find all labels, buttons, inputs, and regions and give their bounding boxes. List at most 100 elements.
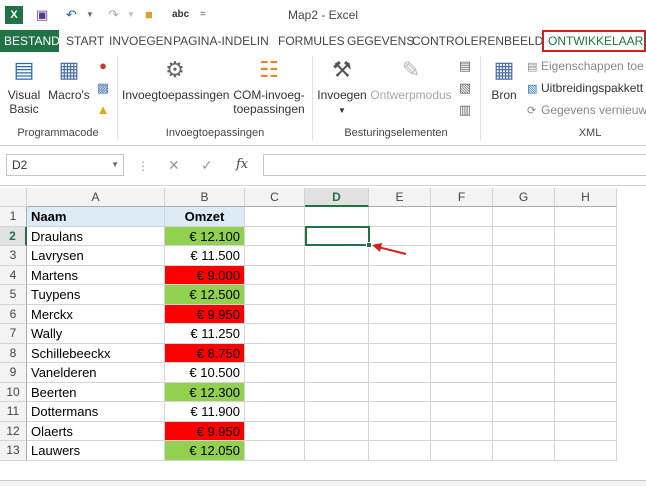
column-header-g[interactable]: G xyxy=(493,188,555,207)
cell-f10[interactable] xyxy=(431,382,493,402)
cell-e5[interactable] xyxy=(369,285,431,305)
com-addins-button[interactable]: ☷ COM-invoeg- toepassingen xyxy=(229,56,309,116)
row-header-4[interactable]: 4 xyxy=(0,265,27,285)
chevron-down-icon[interactable]: ▼ xyxy=(111,155,119,175)
cell-h11[interactable] xyxy=(555,402,617,422)
insert-function-icon[interactable]: fx xyxy=(236,157,248,172)
cell-h2[interactable] xyxy=(555,226,617,246)
cell-b7[interactable]: € 11.250 xyxy=(165,324,245,344)
cell-e12[interactable] xyxy=(369,421,431,441)
row-header-9[interactable]: 9 xyxy=(0,363,27,383)
view-code-icon[interactable]: ▧ xyxy=(457,80,473,96)
tab-formules[interactable]: FORMULES xyxy=(274,30,349,52)
source-button[interactable]: ▦ Bron xyxy=(486,56,522,102)
select-all-button[interactable] xyxy=(0,188,27,207)
cell-g2[interactable] xyxy=(493,226,555,246)
column-header-e[interactable]: E xyxy=(369,188,431,207)
row-header-3[interactable]: 3 xyxy=(0,246,27,266)
cell-c10[interactable] xyxy=(245,382,305,402)
row-header-5[interactable]: 5 xyxy=(0,285,27,305)
cell-g5[interactable] xyxy=(493,285,555,305)
cell-c1[interactable] xyxy=(245,207,305,227)
cell-a10[interactable]: Beerten xyxy=(27,382,165,402)
cell-f1[interactable] xyxy=(431,207,493,227)
cell-a6[interactable]: Merckx xyxy=(27,304,165,324)
row-header-10[interactable]: 10 xyxy=(0,382,27,402)
cell-g10[interactable] xyxy=(493,382,555,402)
cell-d8[interactable] xyxy=(305,343,369,363)
tab-start[interactable]: START xyxy=(62,30,108,52)
tab-ontwikkelaars[interactable]: ONTWIKKELAARS xyxy=(542,30,646,52)
tab-bestand[interactable]: BESTAND xyxy=(0,30,60,52)
addins-button[interactable]: ⚙ Invoegtoepassingen xyxy=(122,56,229,102)
cell-d9[interactable] xyxy=(305,363,369,383)
cell-c9[interactable] xyxy=(245,363,305,383)
cell-f9[interactable] xyxy=(431,363,493,383)
cell-e1[interactable] xyxy=(369,207,431,227)
column-header-f[interactable]: F xyxy=(431,188,493,207)
cell-b6[interactable]: € 9.950 xyxy=(165,304,245,324)
cell-f8[interactable] xyxy=(431,343,493,363)
cell-h9[interactable] xyxy=(555,363,617,383)
cell-b8[interactable]: € 8.750 xyxy=(165,343,245,363)
cell-g12[interactable] xyxy=(493,421,555,441)
cell-c12[interactable] xyxy=(245,421,305,441)
cell-f12[interactable] xyxy=(431,421,493,441)
refresh-data-button[interactable]: ⟳ Gegevens vernieuw xyxy=(527,101,646,119)
cell-d7[interactable] xyxy=(305,324,369,344)
column-header-h[interactable]: H xyxy=(555,188,617,207)
row-header-13[interactable]: 13 xyxy=(0,441,27,461)
cell-d1[interactable] xyxy=(305,207,369,227)
cell-h7[interactable] xyxy=(555,324,617,344)
column-header-c[interactable]: C xyxy=(245,188,305,207)
cell-g8[interactable] xyxy=(493,343,555,363)
cell-f4[interactable] xyxy=(431,265,493,285)
cell-a4[interactable]: Martens xyxy=(27,265,165,285)
cell-c7[interactable] xyxy=(245,324,305,344)
cell-h10[interactable] xyxy=(555,382,617,402)
cell-a12[interactable]: Olaerts xyxy=(27,421,165,441)
cell-a11[interactable]: Dottermans xyxy=(27,402,165,422)
cell-d4[interactable] xyxy=(305,265,369,285)
cell-c11[interactable] xyxy=(245,402,305,422)
insert-control-button[interactable]: ⚒ Invoegen ▼ xyxy=(315,56,369,118)
cell-d11[interactable] xyxy=(305,402,369,422)
cell-h4[interactable] xyxy=(555,265,617,285)
record-macro-icon[interactable]: ● xyxy=(95,58,111,74)
cell-a2[interactable]: Draulans xyxy=(27,226,165,246)
cell-d12[interactable] xyxy=(305,421,369,441)
cell-b12[interactable]: € 9.950 xyxy=(165,421,245,441)
cell-g9[interactable] xyxy=(493,363,555,383)
cell-b4[interactable]: € 9.000 xyxy=(165,265,245,285)
macro-security-icon[interactable]: ▲ xyxy=(95,102,111,118)
enter-check-icon[interactable]: ✓ xyxy=(201,157,213,174)
map-properties-button[interactable]: ▤ Eigenschappen toe xyxy=(527,57,644,75)
visual-basic-button[interactable]: ▤ Visual Basic xyxy=(4,56,44,116)
cell-h6[interactable] xyxy=(555,304,617,324)
name-box[interactable]: D2 ▼ xyxy=(6,154,124,176)
expansion-packs-button[interactable]: ▧ Uitbreidingspakkett xyxy=(527,79,643,97)
cell-c8[interactable] xyxy=(245,343,305,363)
cell-g6[interactable] xyxy=(493,304,555,324)
cell-h8[interactable] xyxy=(555,343,617,363)
cell-g4[interactable] xyxy=(493,265,555,285)
cell-c2[interactable] xyxy=(245,226,305,246)
cell-b11[interactable]: € 11.900 xyxy=(165,402,245,422)
row-header-7[interactable]: 7 xyxy=(0,324,27,344)
cell-b3[interactable]: € 11.500 xyxy=(165,246,245,266)
cell-b1[interactable]: Omzet xyxy=(165,207,245,227)
cell-d5[interactable] xyxy=(305,285,369,305)
cell-d6[interactable] xyxy=(305,304,369,324)
cell-b2[interactable]: € 12.100 xyxy=(165,226,245,246)
cell-b9[interactable]: € 10.500 xyxy=(165,363,245,383)
cell-f3[interactable] xyxy=(431,246,493,266)
cell-a5[interactable]: Tuypens xyxy=(27,285,165,305)
cell-h3[interactable] xyxy=(555,246,617,266)
formula-input[interactable] xyxy=(263,154,646,176)
cell-c4[interactable] xyxy=(245,265,305,285)
cell-b5[interactable]: € 12.500 xyxy=(165,285,245,305)
cell-d10[interactable] xyxy=(305,382,369,402)
cell-e8[interactable] xyxy=(369,343,431,363)
row-header-11[interactable]: 11 xyxy=(0,402,27,422)
cell-h12[interactable] xyxy=(555,421,617,441)
